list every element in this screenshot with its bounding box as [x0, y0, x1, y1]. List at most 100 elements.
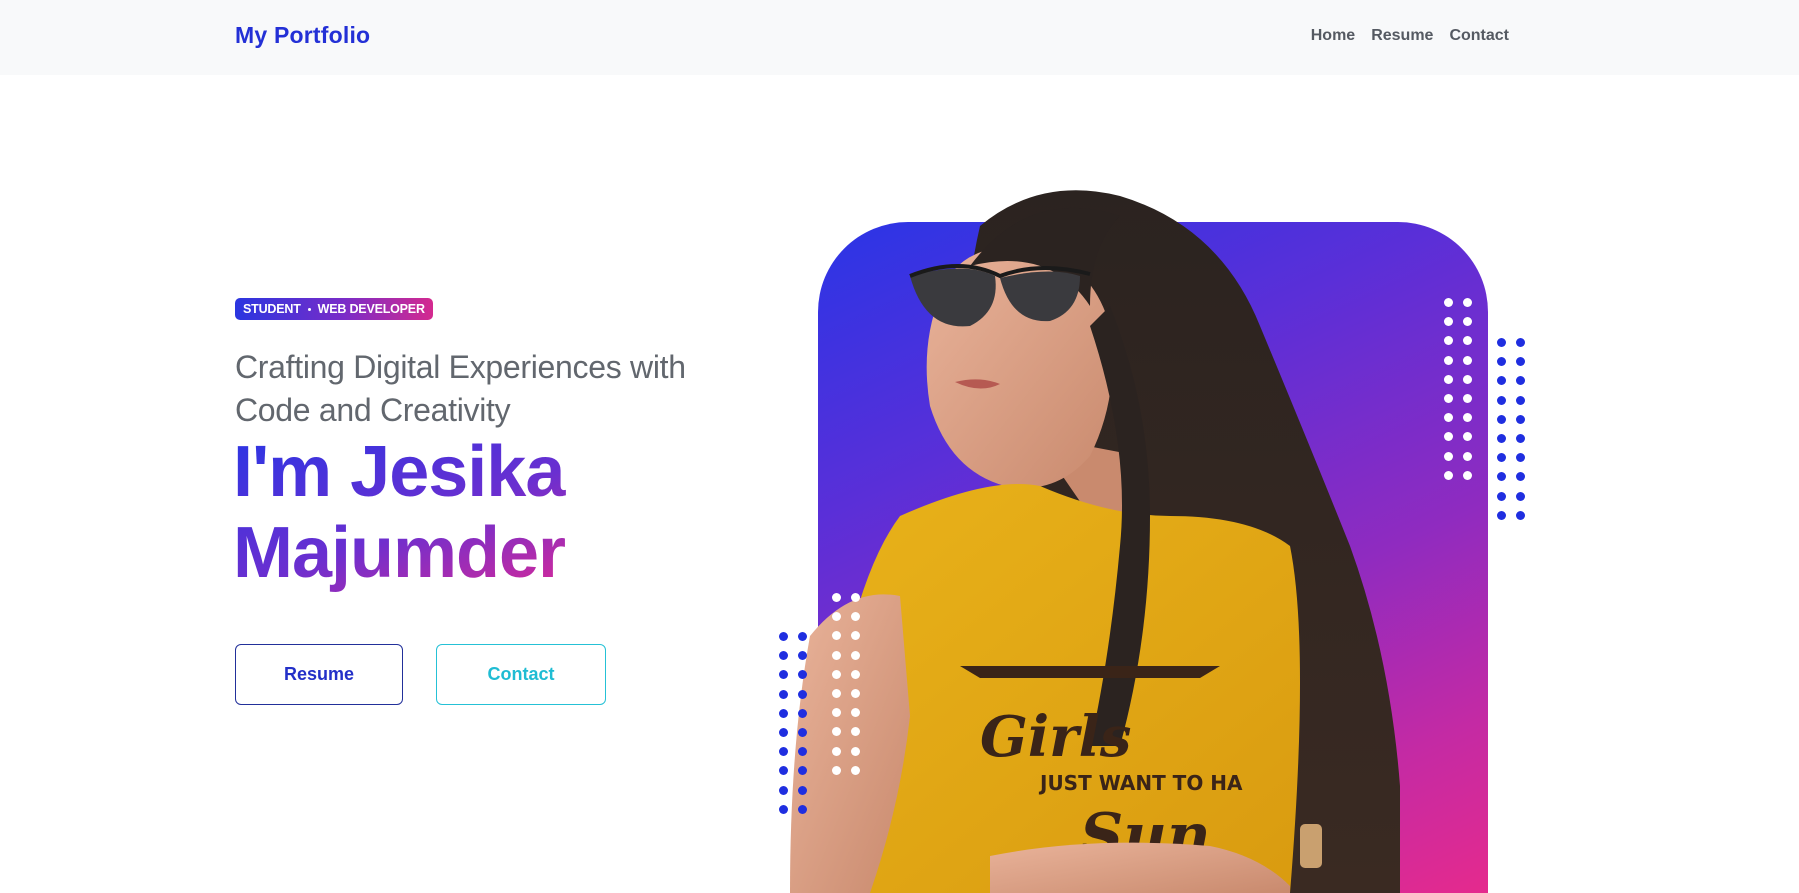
dot: [1463, 413, 1472, 423]
dot: [851, 612, 860, 622]
hero-tagline: Crafting Digital Experiences with Code a…: [235, 349, 686, 428]
dot: [832, 746, 841, 756]
dot: [832, 612, 841, 622]
dot: [1497, 357, 1506, 367]
dot: [1463, 298, 1472, 307]
dot: [779, 785, 788, 795]
badge-separator-dot: [307, 307, 311, 311]
dot: [1463, 470, 1472, 480]
dot: [1463, 374, 1472, 384]
dot: [1444, 432, 1453, 442]
dot: [851, 765, 860, 775]
dot: [798, 785, 807, 795]
dot: [1516, 357, 1525, 367]
dot: [1463, 432, 1472, 442]
dot: [779, 708, 788, 718]
dot: [1444, 470, 1453, 480]
role-badge-web-developer: WEB DEVELOPER: [317, 302, 425, 316]
dot: [779, 766, 788, 776]
dot: [1497, 472, 1506, 482]
dot: [798, 766, 807, 776]
dot: [1516, 414, 1525, 424]
dot: [832, 727, 841, 737]
dot: [832, 650, 841, 660]
dot: [851, 708, 860, 718]
navbar: My Portfolio Home Resume Contact: [0, 0, 1799, 75]
nav-link-resume[interactable]: Resume: [1371, 27, 1433, 45]
dot: [1516, 491, 1525, 501]
dot: [1497, 395, 1506, 405]
dot: [779, 689, 788, 699]
dot: [1463, 451, 1472, 461]
dot: [1497, 376, 1506, 386]
dot: [1463, 317, 1472, 327]
dot: [1444, 393, 1453, 403]
dot: [1497, 414, 1506, 424]
dot: [1444, 336, 1453, 346]
brand-logo-link[interactable]: My Portfolio: [235, 22, 370, 49]
dot: [779, 632, 788, 641]
contact-button[interactable]: Contact: [436, 644, 606, 705]
dot: [779, 727, 788, 737]
dot: [832, 688, 841, 698]
dot: [1497, 491, 1506, 501]
nav-link-contact[interactable]: Contact: [1449, 27, 1509, 45]
dot: [798, 708, 807, 718]
dot: [798, 632, 807, 641]
dot: [1516, 376, 1525, 386]
role-badge: STUDENT WEB DEVELOPER: [235, 298, 433, 320]
dot: [1497, 510, 1506, 520]
dot: [798, 689, 807, 699]
dot: [798, 804, 807, 814]
dot: [779, 670, 788, 680]
dot: [1444, 451, 1453, 461]
decorative-dots-top-blue: [1497, 338, 1525, 520]
decorative-dots-bottom-blue: [779, 632, 807, 814]
decorative-dots-bottom-white: [832, 593, 860, 775]
dot: [851, 669, 860, 679]
dot: [1516, 472, 1525, 482]
dot: [779, 747, 788, 757]
dot: [1516, 453, 1525, 463]
resume-button[interactable]: Resume: [235, 644, 403, 705]
dot: [1516, 510, 1525, 520]
dot: [1516, 338, 1525, 347]
dot: [851, 593, 860, 602]
dot: [1444, 413, 1453, 423]
role-badge-student: STUDENT: [243, 302, 301, 316]
dot: [851, 727, 860, 737]
dot: [832, 593, 841, 602]
dot: [798, 651, 807, 661]
dot: [832, 708, 841, 718]
dot: [1444, 374, 1453, 384]
dot: [1444, 317, 1453, 327]
nav-link-home[interactable]: Home: [1311, 27, 1355, 45]
dot: [779, 804, 788, 814]
dot: [832, 765, 841, 775]
dot: [851, 650, 860, 660]
dot: [832, 631, 841, 641]
portrait-image: Girls JUST WANT TO HA Sun: [790, 190, 1400, 893]
dot: [1444, 355, 1453, 365]
dot: [1497, 433, 1506, 443]
dot: [1444, 298, 1453, 307]
dot: [851, 631, 860, 641]
dot: [1516, 395, 1525, 405]
dot: [1497, 338, 1506, 347]
hero-name-line-1: I'm Jesika: [233, 432, 565, 512]
dot: [798, 747, 807, 757]
dot: [779, 651, 788, 661]
dot: [851, 688, 860, 698]
watch: [1300, 824, 1322, 868]
svg-text:Girls: Girls: [980, 704, 1131, 770]
dot: [1463, 393, 1472, 403]
dot: [798, 670, 807, 680]
hero-name-line-2: Majumder: [233, 513, 566, 593]
dot: [1463, 336, 1472, 346]
decorative-dots-top-white: [1444, 298, 1472, 480]
hero-name-heading: I'm Jesika Majumder: [233, 432, 753, 594]
dot: [851, 746, 860, 756]
dot: [832, 669, 841, 679]
dot: [798, 727, 807, 737]
nav-links: Home Resume Contact: [1311, 27, 1509, 45]
